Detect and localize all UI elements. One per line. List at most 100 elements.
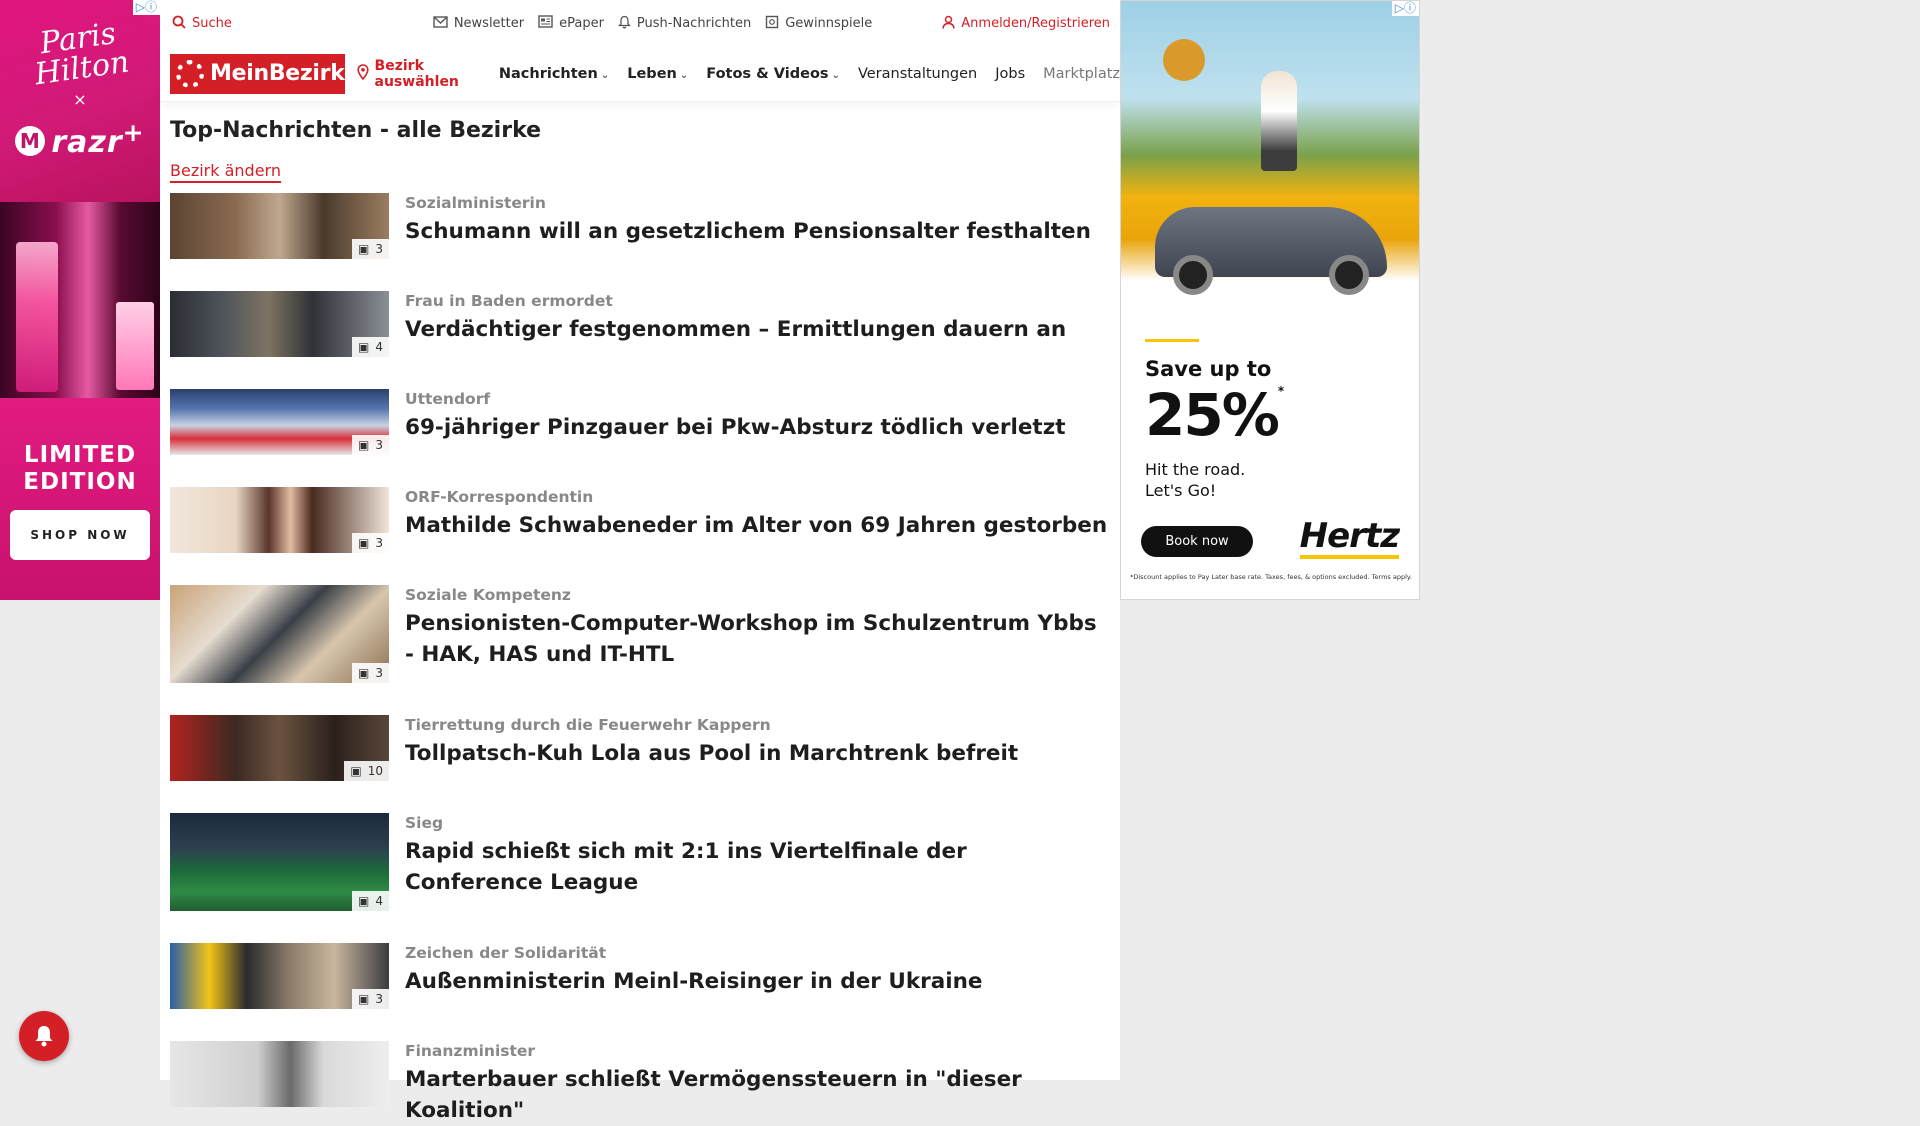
camera-icon: ▣ bbox=[358, 438, 370, 452]
article-headline[interactable]: Tollpatsch-Kuh Lola aus Pool in Marchtre… bbox=[405, 738, 1018, 769]
article-thumbnail[interactable]: ▣ 4 bbox=[170, 291, 389, 357]
ad-discount: 25%* bbox=[1145, 381, 1284, 449]
nav-item-jobs[interactable]: Jobs bbox=[995, 66, 1025, 82]
article-item[interactable]: ▣ 3 ORF-Korrespondentin Mathilde Schwaben… bbox=[170, 487, 1110, 553]
article-headline[interactable]: Marterbauer schließt Vermögenssteuern in… bbox=[405, 1064, 1110, 1126]
search-icon bbox=[172, 15, 186, 32]
notification-bell-button[interactable] bbox=[19, 1011, 69, 1061]
top-utility-bar: Suche Newsletter ePaper Push-Nachrichten bbox=[160, 0, 1120, 46]
login-register-link[interactable]: Anmelden/Registrieren bbox=[942, 15, 1110, 32]
article-item[interactable]: ▣ 3 Zeichen der Solidarität Außenminister… bbox=[170, 943, 1110, 1009]
envelope-icon bbox=[433, 15, 448, 31]
main-content: Suche Newsletter ePaper Push-Nachrichten bbox=[160, 0, 1120, 1123]
ad-product-image bbox=[0, 202, 160, 398]
perfume-bottle-image bbox=[16, 242, 58, 392]
camera-icon: ▣ bbox=[358, 992, 370, 1006]
ad-tagline: Hit the road. Let's Go! bbox=[1145, 459, 1245, 501]
nav-item-veranstaltungen[interactable]: Veranstaltungen bbox=[858, 66, 977, 82]
photo-count: 3 bbox=[375, 242, 383, 256]
user-icon bbox=[942, 15, 955, 32]
adchoices-icon[interactable]: ▷ⓘ bbox=[132, 0, 160, 15]
photo-count: 3 bbox=[375, 536, 383, 550]
change-district-link[interactable]: Bezirk ändern bbox=[170, 161, 281, 183]
article-thumbnail[interactable]: ▣ 4 bbox=[170, 813, 389, 911]
newsletter-label: Newsletter bbox=[453, 15, 525, 31]
adchoices-icon[interactable]: ▷ⓘ bbox=[1391, 1, 1419, 16]
car-wheel bbox=[1329, 255, 1369, 295]
ad-product-logo: Mrazr+ bbox=[0, 118, 160, 160]
photo-count: 4 bbox=[375, 340, 383, 354]
gewinnspiele-link[interactable]: Gewinnspiele bbox=[765, 15, 872, 32]
nav-item-leben[interactable]: Leben ⌄ bbox=[627, 66, 688, 82]
gewinnspiele-label: Gewinnspiele bbox=[785, 15, 873, 31]
article-headline[interactable]: Verdächtiger festgenommen – Ermittlungen… bbox=[405, 314, 1066, 345]
epaper-link[interactable]: ePaper bbox=[538, 15, 604, 31]
article-thumbnail[interactable]: ▣ 3 bbox=[170, 193, 389, 259]
camera-icon: ▣ bbox=[358, 536, 370, 550]
ad-discount-asterisk: * bbox=[1277, 384, 1284, 398]
article-kicker: Frau in Baden ermordet bbox=[405, 292, 613, 310]
nav-item-label: Nachrichten bbox=[498, 65, 598, 82]
photo-count-badge: ▣ 3 bbox=[352, 435, 389, 455]
ad-cross: × bbox=[73, 90, 87, 109]
nav-item-marktplatz[interactable]: Marktplatz bbox=[1043, 66, 1120, 82]
chevron-down-icon: ⌄ bbox=[679, 69, 689, 81]
map-pin-icon bbox=[356, 64, 369, 83]
photo-count: 10 bbox=[367, 764, 383, 778]
article-thumbnail[interactable]: ▣ 3 bbox=[170, 585, 389, 683]
hat-image bbox=[1163, 39, 1205, 81]
motorola-logo-icon: M bbox=[15, 126, 46, 156]
nav-item-label: Fotos & Videos bbox=[706, 65, 829, 82]
camera-icon: ▣ bbox=[358, 894, 370, 908]
article-item[interactable]: Finanzminister Marterbauer schließt Verm… bbox=[170, 1041, 1110, 1126]
article-kicker: Zeichen der Solidarität bbox=[405, 944, 607, 962]
article-item[interactable]: ▣ 3 Sozialministerin Schumann will an ges… bbox=[170, 193, 1110, 259]
article-item[interactable]: ▣ 4 Sieg Rapid schießt sich mit 2:1 ins V… bbox=[170, 813, 1110, 911]
article-item[interactable]: ▣ 10 Tierrettung durch die Feuerwehr Kapp… bbox=[170, 715, 1110, 781]
article-item[interactable]: ▣ 4 Frau in Baden ermordet Verdächtiger f… bbox=[170, 291, 1110, 357]
article-item[interactable]: ▣ 3 Soziale Kompetenz Pensionisten-Comput… bbox=[170, 585, 1110, 683]
article-thumbnail[interactable]: ▣ 3 bbox=[170, 487, 389, 553]
ad-headline: LIMITED EDITION bbox=[23, 442, 137, 495]
article-kicker: Soziale Kompetenz bbox=[405, 586, 571, 604]
page-title: Top-Nachrichten - alle Bezirke bbox=[170, 118, 542, 143]
article-thumbnail[interactable]: ▣ 3 bbox=[170, 943, 389, 1009]
photo-count-badge: ▣ 3 bbox=[352, 533, 389, 553]
article-kicker: Uttendorf bbox=[405, 390, 491, 408]
article-thumbnail[interactable]: ▣ 10 bbox=[170, 715, 389, 781]
newspaper-icon bbox=[538, 15, 553, 31]
ad-hero-image bbox=[1121, 1, 1419, 295]
right-hertz-ad[interactable]: ▷ⓘ Save up to 25%* Hit the road. Let's Go… bbox=[1120, 0, 1420, 600]
select-district-button[interactable]: Bezirk auswählen bbox=[356, 57, 481, 90]
photo-count: 3 bbox=[375, 666, 383, 680]
book-now-button[interactable]: Book now bbox=[1141, 526, 1253, 557]
nav-item-nachrichten[interactable]: Nachrichten ⌄ bbox=[499, 66, 609, 82]
ad-top-panel: Paris Hilton × Mrazr+ ▷ⓘ bbox=[0, 0, 160, 202]
select-district-label: Bezirk auswählen bbox=[374, 57, 459, 90]
photo-count-badge: ▣ 3 bbox=[352, 989, 389, 1009]
search-link[interactable]: Suche bbox=[172, 15, 232, 32]
nav-item-label: Marktplatz bbox=[1043, 65, 1120, 82]
article-headline[interactable]: Mathilde Schwabeneder im Alter von 69 Ja… bbox=[405, 510, 1107, 541]
nav-item-fotos-videos[interactable]: Fotos & Videos ⌄ bbox=[706, 66, 840, 82]
woman-image bbox=[1261, 71, 1297, 171]
article-headline[interactable]: Pensionisten-Computer-Workshop im Schulz… bbox=[405, 608, 1110, 670]
article-headline[interactable]: Außenministerin Meinl-Reisinger in der U… bbox=[405, 966, 983, 997]
nav-item-label: Veranstaltungen bbox=[857, 65, 978, 82]
article-headline[interactable]: Schumann will an gesetzlichem Pensionsal… bbox=[405, 216, 1091, 247]
photo-count-badge: ▣ 10 bbox=[344, 761, 389, 781]
article-item[interactable]: ▣ 3 Uttendorf 69-jähriger Pinzgauer bei P… bbox=[170, 389, 1110, 455]
push-notifications-link[interactable]: Push-Nachrichten bbox=[617, 15, 751, 32]
left-skyscraper-ad[interactable]: Paris Hilton × Mrazr+ ▷ⓘ LIMITED EDITION… bbox=[0, 0, 160, 600]
article-headline[interactable]: Rapid schießt sich mit 2:1 ins Viertelfi… bbox=[405, 836, 1110, 898]
article-thumbnail[interactable]: ▣ 3 bbox=[170, 389, 389, 455]
photo-count: 4 bbox=[375, 894, 383, 908]
meinbezirk-logo[interactable]: MeinBezirk bbox=[170, 53, 345, 94]
shop-now-button[interactable]: SHOP NOW bbox=[10, 510, 150, 560]
newsletter-link[interactable]: Newsletter bbox=[433, 16, 524, 31]
main-navigation: MeinBezirk Bezirk auswählen Nachrichten ⌄… bbox=[160, 46, 1120, 102]
article-headline[interactable]: 69-jähriger Pinzgauer bei Pkw-Absturz tö… bbox=[405, 412, 1066, 443]
article-kicker: ORF-Korrespondentin bbox=[405, 488, 594, 506]
article-thumbnail[interactable] bbox=[170, 1041, 389, 1107]
photo-count: 3 bbox=[375, 992, 383, 1006]
